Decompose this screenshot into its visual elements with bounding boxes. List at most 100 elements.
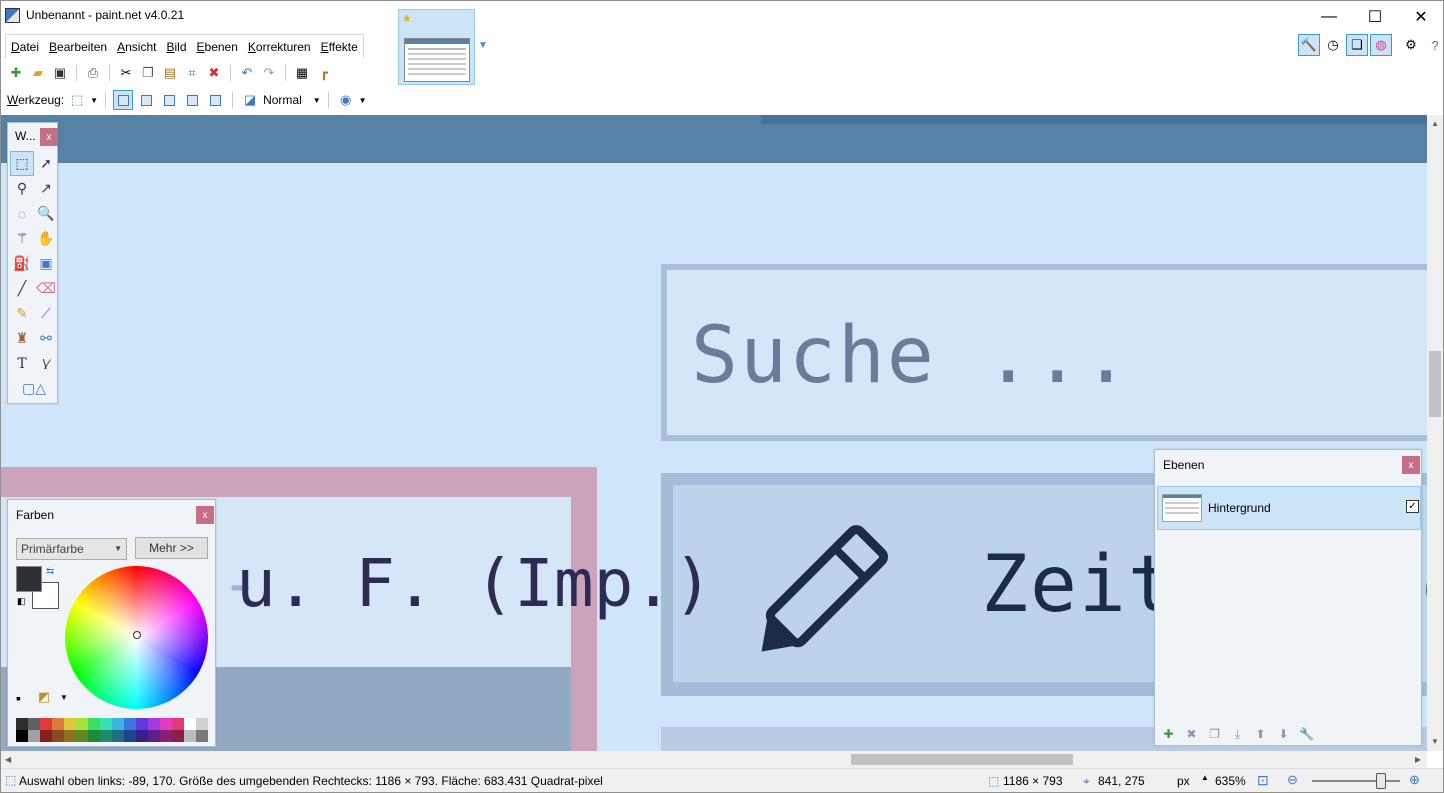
palette-swatch[interactable] — [172, 718, 184, 730]
duplicate-layer-icon[interactable]: ❐ — [1205, 725, 1224, 743]
colors-window-icon[interactable]: ◍ — [1370, 34, 1392, 56]
palette-swatch[interactable] — [76, 718, 88, 730]
palette-swatch[interactable] — [40, 730, 52, 742]
move-selection-icon[interactable]: ↗ — [34, 176, 58, 201]
move-selected-icon[interactable]: ➚ — [34, 151, 58, 176]
recolor-icon[interactable]: ⚯ — [34, 326, 58, 351]
paintbrush-icon[interactable]: ╱ — [10, 276, 34, 301]
more-colors-button[interactable]: Mehr >> — [135, 537, 208, 559]
palette-swatch[interactable] — [112, 730, 124, 742]
move-layer-down-icon[interactable]: ⬇ — [1274, 725, 1293, 743]
blend-mode-value[interactable]: Normal — [263, 93, 302, 107]
menu-ansicht[interactable]: Ansicht — [112, 36, 161, 58]
settings-gear-icon[interactable]: ⚙ — [1400, 34, 1422, 56]
print-icon[interactable]: ⎙ — [83, 63, 103, 83]
selection-mode-invert[interactable] — [205, 90, 225, 110]
zoom-slider-track[interactable] — [1312, 780, 1400, 782]
palette-menu-icon[interactable]: ◩ — [38, 689, 50, 705]
rectangle-select-tool-icon[interactable]: ⬚ — [67, 90, 87, 110]
zoom-to-window-icon[interactable]: ⊡ — [1257, 772, 1269, 789]
menu-effekte[interactable]: Effekte — [316, 36, 363, 58]
palette-swatch[interactable] — [112, 718, 124, 730]
palette-swatch[interactable] — [64, 718, 76, 730]
unit-select[interactable]: px — [1177, 774, 1190, 788]
paint-bucket-icon[interactable]: ⛽ — [10, 251, 34, 276]
help-icon[interactable]: ? — [1424, 34, 1443, 56]
pencil-tool-icon[interactable]: ✎ — [10, 301, 34, 326]
vertical-scroll-thumb[interactable] — [1429, 351, 1441, 417]
palette-swatch[interactable] — [196, 718, 208, 730]
gradient-icon[interactable]: ▣ — [34, 251, 58, 276]
scroll-left-arrow-icon[interactable]: ◀ — [5, 755, 11, 764]
layers-panel-close-button[interactable]: x — [1402, 456, 1420, 474]
merge-layer-down-icon[interactable]: ⤓ — [1228, 725, 1247, 743]
palette-swatch[interactable] — [148, 730, 160, 742]
palette-swatch[interactable] — [16, 730, 28, 742]
shapes-icon[interactable]: ▢△ — [10, 376, 58, 401]
minimize-button[interactable]: — — [1306, 1, 1352, 32]
history-window-icon[interactable]: ◷ — [1322, 34, 1344, 56]
save-icon[interactable]: ▣ — [50, 63, 70, 83]
horizontal-scroll-thumb[interactable] — [851, 754, 1073, 765]
reset-colors-icon[interactable]: ◧ — [17, 596, 26, 607]
close-button[interactable]: ✕ — [1398, 1, 1443, 32]
scroll-right-arrow-icon[interactable]: ▶ — [1415, 755, 1421, 764]
selection-mode-intersect[interactable] — [182, 90, 202, 110]
cut-icon[interactable]: ✂ — [116, 63, 136, 83]
palette-swatch[interactable] — [76, 730, 88, 742]
palette-swatch[interactable] — [64, 730, 76, 742]
palette-swatch[interactable] — [100, 730, 112, 742]
palette-swatch[interactable] — [28, 718, 40, 730]
delete-layer-icon[interactable]: ✖ — [1182, 725, 1201, 743]
chevron-down-icon[interactable]: ▼ — [90, 96, 98, 105]
redo-icon[interactable]: ↷ — [259, 63, 279, 83]
colors-panel-close-button[interactable]: x — [196, 506, 214, 524]
tools-window-icon[interactable]: 🔨 — [1298, 34, 1320, 56]
color-wheel[interactable] — [65, 566, 208, 709]
palette-swatch[interactable] — [160, 730, 172, 742]
layer-visibility-checkbox[interactable]: ✓ — [1406, 500, 1419, 513]
palette-swatch[interactable] — [136, 730, 148, 742]
palette-swatch[interactable] — [160, 718, 172, 730]
ruler-icon[interactable]: ┏ — [314, 63, 334, 83]
palette-swatch[interactable] — [184, 718, 196, 730]
move-layer-up-icon[interactable]: ⬆ — [1251, 725, 1270, 743]
layer-properties-icon[interactable]: 🔧 — [1297, 725, 1316, 743]
chevron-up-icon[interactable]: ▲ — [1201, 773, 1209, 782]
selection-mode-replace[interactable] — [113, 90, 134, 110]
line-curve-icon[interactable]: \⁄ — [34, 351, 58, 376]
zoom-value[interactable]: 635% — [1215, 774, 1246, 788]
horizontal-scrollbar[interactable]: ◀ ▶ — [1, 751, 1427, 768]
antialiasing-icon[interactable]: ◉ — [336, 90, 356, 110]
menu-bild[interactable]: Bild — [161, 36, 191, 58]
tools-panel-close-button[interactable]: x — [40, 128, 58, 146]
new-file-icon[interactable]: ✚ — [6, 63, 26, 83]
zoom-in-icon[interactable]: ⊕ — [1409, 772, 1420, 788]
zoom-icon[interactable]: 🔍 — [34, 201, 58, 226]
palette-swatch[interactable] — [52, 730, 64, 742]
eraser-icon[interactable]: ⌫ — [34, 276, 58, 301]
menu-ebenen[interactable]: Ebenen — [192, 36, 243, 58]
undo-icon[interactable]: ↶ — [237, 63, 257, 83]
palette-swatch[interactable] — [40, 718, 52, 730]
palette-swatch[interactable] — [124, 718, 136, 730]
palette-swatch[interactable] — [88, 718, 100, 730]
palette-swatch[interactable] — [28, 730, 40, 742]
image-tab[interactable]: ★ — [398, 9, 475, 85]
layers-window-icon[interactable]: ❏ — [1346, 34, 1368, 56]
color-target-select[interactable]: Primärfarbe ▼ — [16, 538, 127, 560]
chevron-down-icon[interactable]: ▼ — [359, 96, 367, 105]
crop-icon[interactable]: ⌗ — [182, 63, 202, 83]
add-layer-icon[interactable]: ✚ — [1159, 725, 1178, 743]
palette-swatch[interactable] — [88, 730, 100, 742]
ellipse-select-icon[interactable]: ◌ — [10, 201, 34, 226]
chevron-down-icon[interactable]: ▼ — [60, 693, 68, 702]
palette-swatch[interactable] — [100, 718, 112, 730]
deselect-icon[interactable]: ✖ — [204, 63, 224, 83]
selection-mode-union[interactable] — [136, 90, 156, 110]
zoom-slider-thumb[interactable] — [1376, 773, 1386, 789]
palette-swatch[interactable] — [184, 730, 196, 742]
primary-color-swatch[interactable] — [16, 566, 42, 592]
chevron-down-icon[interactable]: ▼ — [313, 96, 321, 105]
lasso-select-icon[interactable]: ⚲ — [10, 176, 34, 201]
